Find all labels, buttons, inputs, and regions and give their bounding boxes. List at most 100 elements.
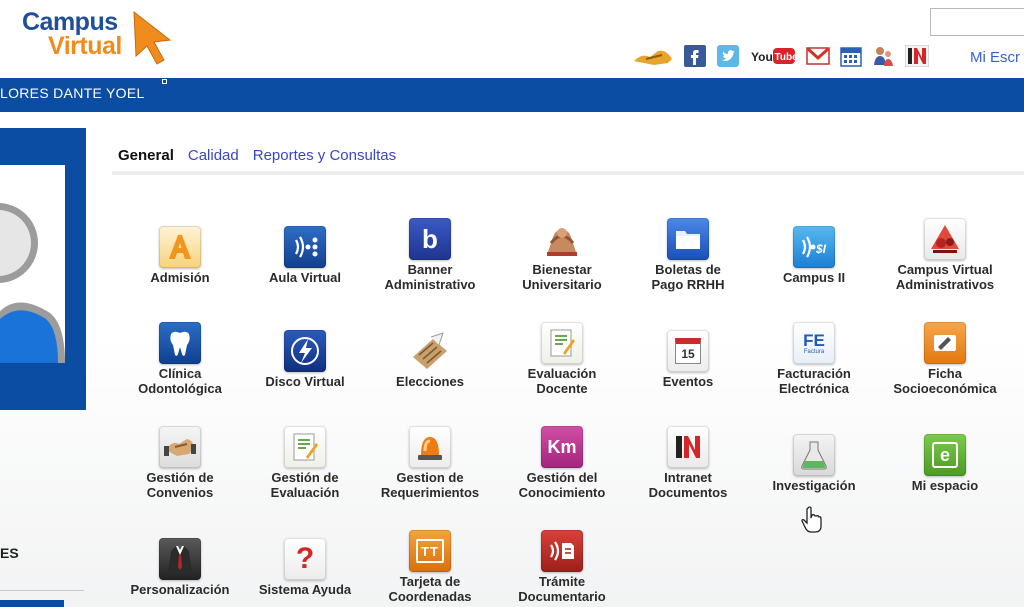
app-label: Boletas de xyxy=(655,262,721,277)
svg-text:Tube: Tube xyxy=(775,52,797,63)
app-bienestar-universitario[interactable]: Bienestar Universitario xyxy=(498,214,626,294)
facebook-icon[interactable] xyxy=(684,44,706,68)
app-label-line2: Pago RRHH xyxy=(651,277,725,292)
tab-general[interactable]: General xyxy=(118,147,174,164)
app-admision[interactable]: Admisión xyxy=(116,222,244,292)
app-campus-virtual-administrativos[interactable]: Campus Virtual Administrativos xyxy=(881,214,1009,294)
app-tarjeta-coordenadas[interactable]: TT Tarjeta de Coordenadas xyxy=(366,526,494,606)
app-label-line2: Convenios xyxy=(146,485,214,500)
app-label: Mi espacio xyxy=(911,478,979,493)
campus-virtual-logo[interactable]: Campus Virtual xyxy=(22,8,172,70)
app-label: Sistema Ayuda xyxy=(258,582,352,597)
app-label-line2: Electrónica xyxy=(778,381,850,396)
app-label-line2: Documentos xyxy=(648,485,728,500)
app-label: Ficha xyxy=(928,366,962,381)
app-mi-espacio[interactable]: e Mi espacio xyxy=(881,430,1009,500)
admision-icon xyxy=(159,226,201,268)
app-elecciones[interactable]: Elecciones xyxy=(366,326,494,396)
ballot-icon xyxy=(409,330,451,372)
app-label: Aula Virtual xyxy=(268,270,341,285)
app-campus-ii[interactable]: $I Campus II xyxy=(750,222,878,292)
fe-subglyph: Factura xyxy=(803,348,825,355)
eventos-day: 15 xyxy=(675,338,701,364)
intranet-documentos-icon xyxy=(667,426,709,468)
suit-icon xyxy=(159,538,201,580)
app-label-line2: Coordenadas xyxy=(388,589,472,604)
app-investigacion[interactable]: Investigación xyxy=(750,430,878,500)
app-aula-virtual[interactable]: Aula Virtual xyxy=(241,222,369,292)
tarjeta-icon: TT xyxy=(409,530,451,572)
app-eventos[interactable]: 15 Eventos xyxy=(624,326,752,396)
app-banner-administrativo[interactable]: b Banner Administrativo xyxy=(366,214,494,294)
campus-virtual-admin-icon xyxy=(924,218,966,260)
app-label-line2: Universitario xyxy=(522,277,602,292)
disco-virtual-icon xyxy=(284,330,326,372)
app-gestion-convenios[interactable]: Gestión de Convenios xyxy=(116,422,244,502)
app-sistema-ayuda[interactable]: ? Sistema Ayuda xyxy=(241,534,369,604)
app-intranet-documentos[interactable]: Intranet Documentos xyxy=(624,422,752,502)
gmail-icon[interactable] xyxy=(806,44,830,68)
app-label: Gestión de xyxy=(271,470,339,485)
twitter-icon[interactable] xyxy=(717,44,739,68)
app-label-line2: Conocimiento xyxy=(518,485,606,500)
youtube-icon[interactable]: You Tube xyxy=(750,44,796,68)
app-label: Tarjeta de xyxy=(399,574,461,589)
tab-calidad[interactable]: Calidad xyxy=(188,147,239,164)
app-label: Banner xyxy=(407,262,453,277)
app-personalizacion[interactable]: Personalización xyxy=(116,534,244,604)
app-ficha-socioeconomica[interactable]: Ficha Socioeconómica xyxy=(881,318,1009,398)
calendar-icon[interactable] xyxy=(840,44,862,68)
tab-reportes-consultas[interactable]: Reportes y Consultas xyxy=(253,147,396,164)
app-facturacion-electronica[interactable]: FE Factura Facturación Electrónica xyxy=(750,318,878,398)
sidebar-bottom-block xyxy=(0,600,64,607)
profile-avatar[interactable] xyxy=(0,165,65,363)
app-evaluacion-docente[interactable]: Evaluación Docente xyxy=(498,318,626,398)
app-label: Investigación xyxy=(772,478,856,493)
app-label-line2: Socioeconómica xyxy=(893,381,997,396)
user-name: LORES DANTE YOEL xyxy=(0,85,145,101)
app-label-line2: Administrativos xyxy=(895,277,995,292)
app-label: Gestion de xyxy=(396,470,464,485)
app-tramite-documentario[interactable]: Trámite Documentario xyxy=(498,526,626,606)
app-gestion-requerimientos[interactable]: Gestion de Requerimientos xyxy=(366,422,494,502)
avatar-silhouette-icon xyxy=(0,165,65,363)
help-glyph: ? xyxy=(295,542,315,575)
app-label: Campus II xyxy=(782,270,846,285)
convenios-handshake-icon xyxy=(159,426,201,468)
help-question-icon: ? xyxy=(284,538,326,580)
app-gestion-evaluacion[interactable]: Gestión de Evaluación xyxy=(241,422,369,502)
flask-icon xyxy=(793,434,835,476)
sidebar-label: ES xyxy=(0,545,19,561)
mi-escritorio-link[interactable]: Mi Escr xyxy=(970,49,1020,66)
app-clinica-odontologica[interactable]: Clínica Odontológica xyxy=(116,318,244,398)
ficha-icon xyxy=(924,322,966,364)
fe-glyph: FE xyxy=(803,330,825,350)
app-label: Elecciones xyxy=(396,374,464,389)
people-icon[interactable] xyxy=(872,44,894,68)
search-input[interactable] xyxy=(930,8,1024,36)
app-disco-virtual[interactable]: Disco Virtual xyxy=(241,326,369,396)
banner-icon: b xyxy=(409,218,451,260)
app-label-line2: Documentario xyxy=(518,589,606,604)
app-label-line2: Docente xyxy=(536,381,588,396)
sidebar-divider xyxy=(0,590,84,591)
app-label: Campus Virtual xyxy=(897,262,993,277)
intranet-icon[interactable] xyxy=(905,44,929,68)
banner-glyph: b xyxy=(422,223,438,254)
tarjeta-glyph: TT xyxy=(416,539,444,563)
gestion-evaluacion-icon xyxy=(284,426,326,468)
tooth-icon xyxy=(159,322,201,364)
app-label: Gestión de xyxy=(146,470,214,485)
app-boletas-pago[interactable]: Boletas de Pago RRHH xyxy=(624,214,752,294)
app-label: Admisión xyxy=(150,270,210,285)
evaluacion-docente-icon xyxy=(541,322,583,364)
logo-arrow-icon xyxy=(133,10,172,65)
app-gestion-conocimiento[interactable]: Km Gestión del Conocimiento xyxy=(498,422,626,502)
km-icon: Km xyxy=(541,426,583,468)
tabs-divider xyxy=(112,171,1024,175)
handshake-icon[interactable] xyxy=(632,44,674,68)
app-label-line2: Administrativo xyxy=(384,277,476,292)
app-label-line2: Odontológica xyxy=(138,381,222,396)
mi-espacio-icon: e xyxy=(924,434,966,476)
mi-espacio-glyph: e xyxy=(932,442,958,468)
